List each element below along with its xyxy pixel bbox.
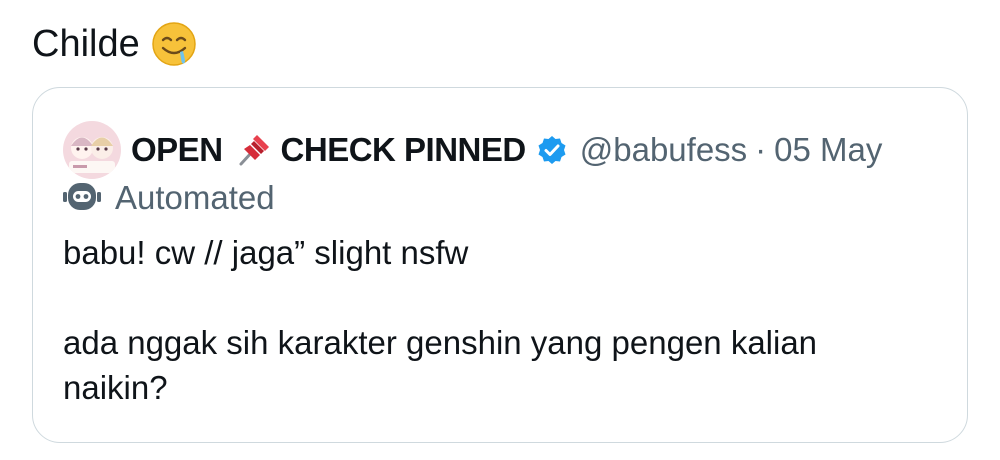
body-line: ada nggak sih karakter genshin yang peng… — [63, 324, 818, 361]
avatar[interactable] — [63, 121, 121, 179]
separator-dot: · — [755, 131, 767, 168]
automated-label: Automated — [115, 179, 275, 216]
user-handle[interactable]: @babufess — [580, 131, 747, 169]
quoted-tweet-header: OPEN CHECK PINNED @babufess · 05 May — [63, 120, 882, 180]
drooling-face-emoji-icon — [150, 20, 198, 68]
tweet-text: Childe — [32, 14, 198, 74]
bot-icon — [63, 180, 115, 217]
display-name[interactable]: OPEN CHECK PINNED — [131, 129, 568, 171]
tweet-text-content: Childe — [32, 23, 140, 65]
pushpin-icon — [233, 129, 275, 171]
display-name-part1: OPEN — [131, 131, 223, 168]
automated-label-row: Automated — [63, 176, 275, 220]
body-line: naikin? — [63, 369, 168, 406]
body-line: babu! cw // jaga” slight nsfw — [63, 234, 469, 271]
verified-badge-icon[interactable] — [536, 134, 568, 166]
display-name-part2: CHECK PINNED — [280, 131, 527, 168]
quoted-tweet-card[interactable]: OPEN CHECK PINNED @babufess · 05 May Aut… — [32, 87, 968, 443]
post-date[interactable]: 05 May — [774, 131, 882, 169]
quoted-tweet-body: babu! cw // jaga” slight nsfw ada nggak … — [63, 230, 943, 410]
